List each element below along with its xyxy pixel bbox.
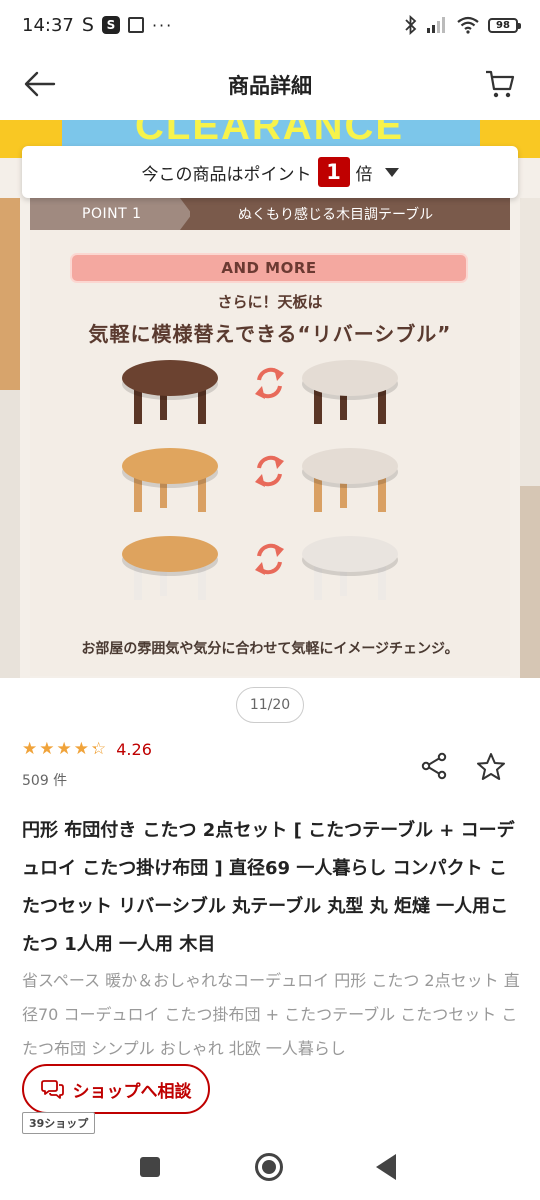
product-title: 円形 布団付き こたつ 2点セット [ こたつテーブル + コーデュロイ こたつ… <box>22 820 515 955</box>
status-s-label: S <box>81 14 94 36</box>
swap-arrowhead <box>274 544 284 557</box>
app-header: 商品詳細 <box>0 50 540 120</box>
system-back-button[interactable] <box>376 1154 396 1180</box>
image-heading: 気軽に模様替えできる“リバーシブル” <box>88 322 452 346</box>
cart-button[interactable] <box>480 64 520 104</box>
table-after <box>302 360 398 424</box>
battery-icon: 98 <box>488 17 521 33</box>
back-button[interactable] <box>20 66 60 102</box>
table-before <box>122 448 218 512</box>
rating-value: 4.26 <box>116 740 152 759</box>
status-bar: 14:37 S S ··· 98 <box>0 0 540 50</box>
home-button[interactable] <box>255 1153 283 1181</box>
share-button[interactable] <box>416 748 452 784</box>
points-suffix: 倍 <box>355 164 373 185</box>
swap-arrows-icon <box>255 543 284 575</box>
points-multiplier-badge: 1 <box>317 157 350 187</box>
star-icon: ★ <box>56 739 72 759</box>
swap-arrows-icon <box>255 367 284 399</box>
more-notifications-icon: ··· <box>151 15 174 35</box>
caret-down-icon <box>384 167 399 177</box>
product-image-carousel[interactable]: CLEARANCE POINT 1 ぬくもり感じる木目調テーブル AND MOR… <box>0 120 540 678</box>
product-description: 省スペース 暖か＆おしゃれなコーデュロイ 円形 こたつ 2点セット 直径70 コ… <box>22 971 520 1058</box>
swap-arrowhead <box>255 562 265 575</box>
favorite-button[interactable] <box>472 748 510 786</box>
recent-apps-button[interactable] <box>140 1157 160 1177</box>
wifi-icon <box>457 16 479 34</box>
star-icon: ★ <box>22 739 38 759</box>
review-count[interactable]: 509 件 <box>22 770 67 790</box>
star-icon: ★ <box>73 739 89 759</box>
table-before <box>122 360 218 424</box>
table-top <box>122 360 218 396</box>
star-outline-icon <box>477 753 505 780</box>
chat-bubbles-icon <box>40 1080 64 1099</box>
previous-image-peek[interactable] <box>0 198 20 678</box>
next-image-peek[interactable] <box>520 198 540 678</box>
shop-consult-button[interactable]: ショップへ相談 <box>22 1064 210 1114</box>
star-partial-icon: ☆★ <box>91 739 107 759</box>
and-more-banner: AND MORE <box>70 253 468 283</box>
signal-icon <box>427 17 445 33</box>
shop-consult-label: ショップへ相談 <box>72 1081 192 1102</box>
arrow-left-icon <box>24 71 56 97</box>
rating[interactable]: ★ ★ ★ ★ ☆★ 4.26 <box>22 740 152 759</box>
swap-arrowhead <box>274 456 284 469</box>
image-subheading: さらに！天板は <box>217 293 323 311</box>
swap-arrowhead <box>255 474 265 487</box>
bluetooth-icon <box>405 15 417 35</box>
points-multiplier-selector[interactable]: 今この商品はポイント 1 倍 <box>22 146 518 198</box>
image-page-indicator: 11/20 <box>236 687 304 723</box>
system-nav-bar <box>0 1140 540 1200</box>
star-icon: ★ <box>39 739 55 759</box>
table-top <box>122 536 218 572</box>
point-label: POINT 1 <box>30 198 190 230</box>
table-top <box>302 536 398 572</box>
table-after <box>302 536 398 600</box>
image-caption: お部屋の雰囲気や気分に合わせて気軽にイメージチェンジ。 <box>81 641 459 657</box>
banner-text: CLEARANCE <box>135 120 405 148</box>
cart-icon <box>486 70 515 98</box>
calendar-icon <box>127 17 144 33</box>
home-icon <box>262 1160 276 1174</box>
status-time: 14:37 <box>22 14 74 36</box>
points-prefix: 今この商品はポイント <box>141 164 312 185</box>
shop-39-tag: 39ショップ <box>22 1112 96 1134</box>
table-before <box>122 536 218 600</box>
table-top <box>302 360 398 396</box>
table-top <box>122 448 218 484</box>
swap-arrowhead <box>274 368 284 381</box>
point-bar: POINT 1 ぬくもり感じる木目調テーブル <box>30 198 510 230</box>
status-s-badge-icon: S <box>101 16 120 34</box>
table-top <box>302 448 398 484</box>
reversible-tables-illustration <box>122 360 398 600</box>
swap-arrows-icon <box>255 455 284 487</box>
swap-arrowhead <box>255 386 265 399</box>
page-title: 商品詳細 <box>228 74 312 98</box>
table-after <box>302 448 398 512</box>
point-description: ぬくもり感じる木目調テーブル <box>238 207 434 223</box>
product-image[interactable]: POINT 1 ぬくもり感じる木目調テーブル AND MORE さらに！天板は … <box>30 198 510 676</box>
share-icon <box>421 752 447 780</box>
